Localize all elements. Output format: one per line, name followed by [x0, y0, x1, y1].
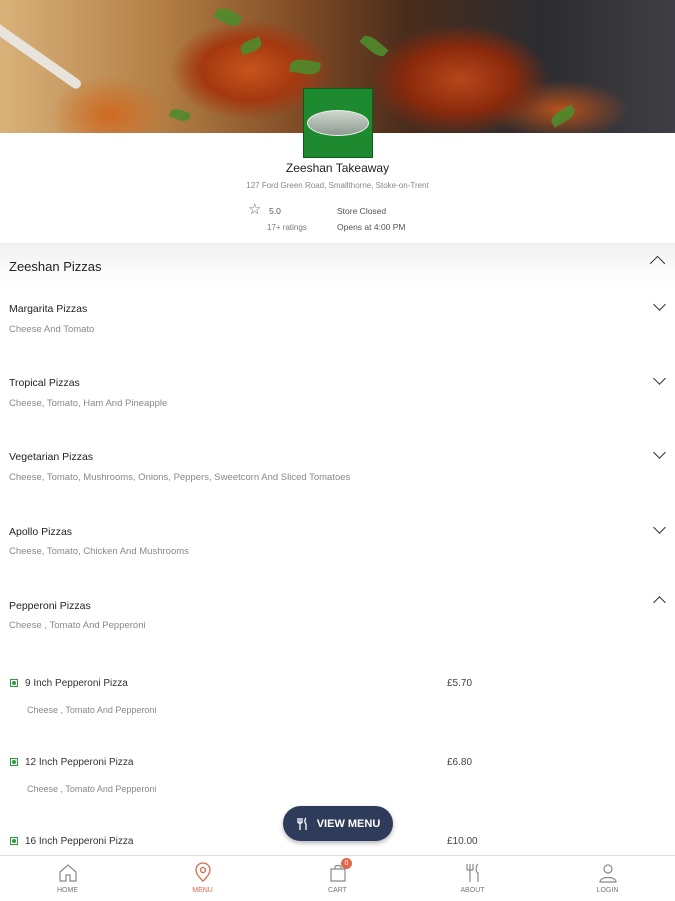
view-menu-button[interactable]: VIEW MENU: [283, 806, 393, 841]
store-logo: [303, 88, 373, 158]
herb-leaf: [289, 57, 321, 77]
star-icon: ☆: [248, 201, 262, 218]
veg-indicator-icon: [10, 837, 18, 845]
herb-leaf: [359, 32, 389, 60]
chevron-down-icon[interactable]: [653, 521, 666, 534]
rating-value: 5.0: [269, 206, 281, 216]
item-description: Cheese , Tomato And Pepperoni: [27, 784, 157, 794]
cart-count-badge: 0: [341, 858, 352, 869]
chevron-down-icon[interactable]: [653, 372, 666, 385]
item-name: 9 Inch Pepperoni Pizza: [25, 678, 128, 689]
subcategory-description: Cheese , Tomato And Pepperoni: [9, 620, 146, 631]
nav-cart-label: CART: [328, 887, 347, 894]
herb-leaf: [213, 4, 243, 30]
chevron-up-icon[interactable]: [653, 596, 666, 609]
subcategory-title: Vegetarian Pizzas: [9, 451, 94, 463]
herb-leaf: [238, 36, 264, 56]
bottom-nav-bar: HOME MENU CART ABOUT LOGIN: [0, 855, 675, 901]
location-pin-icon: [195, 862, 211, 882]
rating-count: 17+ ratings: [267, 223, 307, 232]
store-name: Zeeshan Takeaway: [285, 161, 390, 175]
nav-login[interactable]: LOGIN: [540, 856, 675, 901]
store-status: Store Closed: [337, 206, 387, 216]
item-name: 12 Inch Pepperoni Pizza: [25, 757, 134, 768]
user-icon: [599, 864, 617, 883]
spoon-decoration: [0, 19, 83, 91]
nav-home[interactable]: HOME: [0, 856, 135, 901]
fork-knife-icon: [466, 863, 479, 882]
nav-login-label: LOGIN: [596, 887, 619, 894]
subcategory-description: Cheese, Tomato, Mushrooms, Onions, Peppe…: [9, 472, 351, 483]
home-icon: [59, 864, 77, 882]
nav-about-label: ABOUT: [460, 887, 485, 894]
nav-cart[interactable]: CART: [270, 856, 405, 901]
item-description: Cheese , Tomato And Pepperoni: [27, 705, 157, 715]
nav-menu-label: MENU: [192, 887, 213, 894]
store-opening-time: Opens at 4:00 PM: [337, 222, 406, 232]
logo-emblem: [307, 110, 369, 136]
subcategory-title: Pepperoni Pizzas: [9, 600, 91, 612]
subcategory-title: Tropical Pizzas: [9, 377, 80, 389]
chevron-down-icon[interactable]: [653, 298, 666, 311]
item-name: 16 Inch Pepperoni Pizza: [25, 836, 134, 847]
nav-menu[interactable]: MENU: [135, 856, 270, 901]
item-price: £5.70: [447, 678, 473, 689]
veg-indicator-icon: [10, 679, 18, 687]
item-price: £6.80: [447, 757, 473, 768]
cutlery-icon: [297, 816, 307, 830]
herb-leaf: [548, 104, 578, 128]
herb-leaf: [168, 106, 192, 124]
nav-home-label: HOME: [57, 887, 78, 894]
category-title[interactable]: Zeeshan Pizzas: [9, 259, 102, 274]
nav-about[interactable]: ABOUT: [405, 856, 540, 901]
veg-indicator-icon: [10, 758, 18, 766]
view-menu-label: VIEW MENU: [316, 817, 381, 830]
item-price: £10.00: [447, 836, 478, 847]
store-address: 127 Ford Green Road, Smallthorne, Stoke-…: [246, 181, 429, 190]
subcategory-description: Cheese, Tomato, Chicken And Mushrooms: [9, 546, 189, 557]
chevron-down-icon[interactable]: [653, 446, 666, 459]
subcategory-title: Apollo Pizzas: [9, 526, 73, 538]
subcategory-description: Cheese, Tomato, Ham And Pineapple: [9, 398, 168, 409]
subcategory-description: Cheese And Tomato: [9, 324, 95, 335]
subcategory-title: Margarita Pizzas: [9, 303, 88, 315]
